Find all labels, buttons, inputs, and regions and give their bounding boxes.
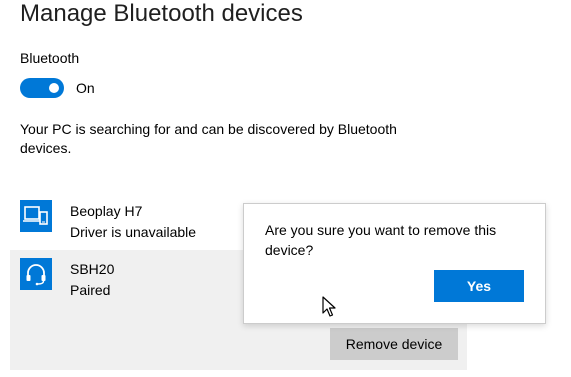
discovery-description: Your PC is searching for and can be disc… (20, 121, 397, 156)
device-status: Paired (70, 282, 111, 298)
phone-tablet-icon (20, 200, 52, 232)
bluetooth-toggle[interactable] (20, 78, 64, 98)
headset-icon (20, 258, 52, 290)
confirm-message: Are you sure you want to remove this dev… (265, 222, 497, 258)
toggle-state-label: On (76, 80, 95, 96)
remove-confirm-flyout: Are you sure you want to remove this dev… (243, 203, 546, 324)
toggle-knob (49, 83, 59, 93)
mouse-pointer-icon (322, 296, 336, 323)
device-name: Beoplay H7 (70, 203, 143, 219)
device-name: SBH20 (70, 261, 115, 277)
remove-device-button[interactable]: Remove device (330, 328, 458, 360)
bluetooth-label: Bluetooth (20, 50, 80, 66)
yes-button[interactable]: Yes (434, 270, 524, 302)
page-title: Manage Bluetooth devices (20, 0, 303, 27)
device-status: Driver is unavailable (70, 224, 197, 240)
